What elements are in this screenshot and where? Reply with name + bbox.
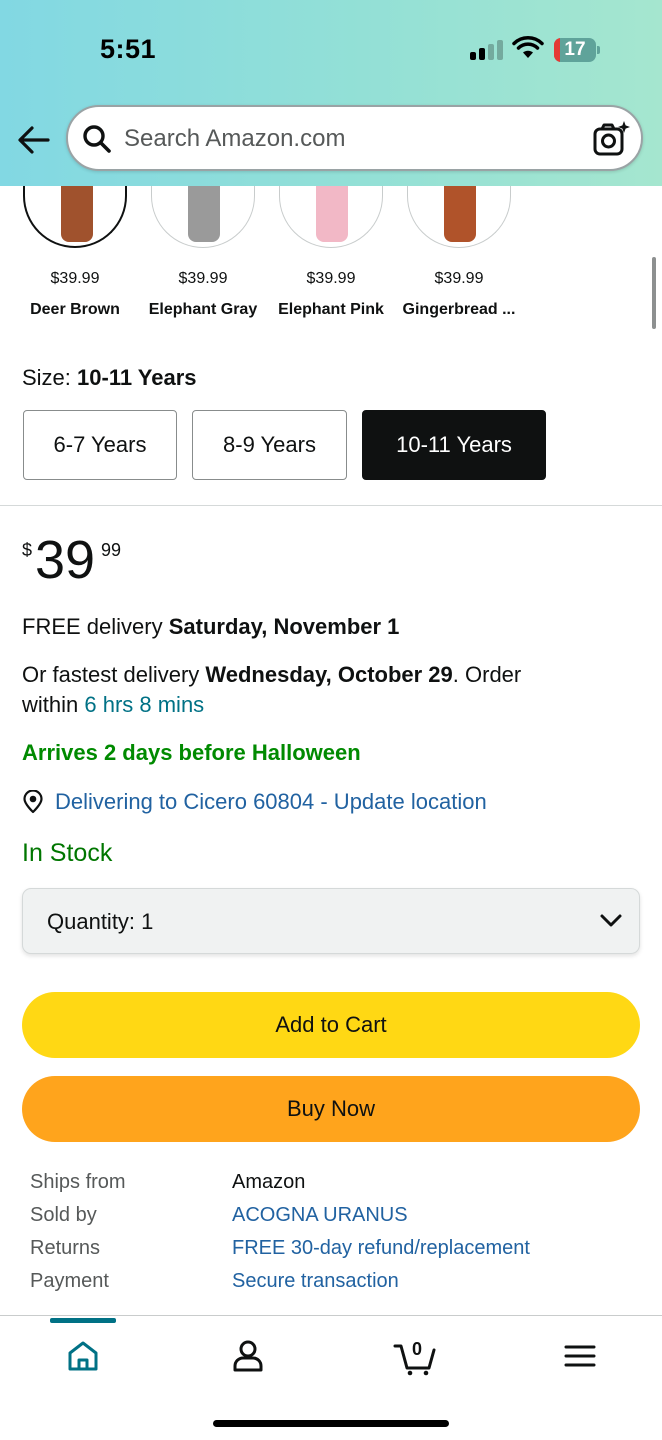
swatch-price: $39.99 (434, 270, 484, 287)
size-option-6-7[interactable]: 6-7 Years (23, 410, 177, 480)
sold-by-label: Sold by (30, 1204, 97, 1226)
swatch-name: Elephant Pink (278, 301, 384, 318)
delivery-location-link[interactable]: Delivering to Cicero 60804 - Update loca… (55, 787, 487, 817)
returns-label: Returns (30, 1237, 101, 1259)
home-indicator (213, 1420, 449, 1427)
size-option-8-9[interactable]: 8-9 Years (192, 410, 347, 480)
size-option-10-11[interactable]: 10-11 Years (362, 410, 546, 480)
order-countdown: 6 hrs 8 mins (84, 692, 205, 717)
sold-by-link[interactable]: ACOGNA URANUS (232, 1204, 408, 1227)
price-whole: 39 (35, 530, 96, 590)
home-icon[interactable] (63, 1336, 103, 1376)
ships-from-value: Amazon (232, 1171, 306, 1193)
header: 5:51 17 (0, 0, 662, 186)
battery-level: 17 (564, 39, 586, 60)
search-icon (83, 125, 111, 153)
search-input[interactable] (124, 121, 564, 157)
account-icon[interactable] (228, 1336, 268, 1376)
chevron-down-icon (600, 914, 622, 927)
size-label-prefix: Size: (22, 365, 78, 390)
search-bar[interactable] (66, 105, 643, 171)
order-text: . Order (452, 662, 522, 687)
divider (0, 505, 662, 506)
menu-icon[interactable] (560, 1336, 600, 1376)
cellular-signal-icon (470, 40, 504, 60)
swatch-name: Elephant Gray (148, 301, 258, 318)
cart-icon[interactable]: 0 (393, 1336, 437, 1376)
returns-link[interactable]: FREE 30-day refund/replacement (232, 1237, 530, 1260)
fastest-delivery-line: Or fastest delivery Wednesday, October 2… (22, 660, 622, 720)
quantity-value: Quantity: 1 (47, 909, 154, 934)
wifi-icon (512, 36, 544, 58)
swatch-price: $39.99 (306, 270, 356, 287)
size-label: Size: 10-11 Years (22, 365, 197, 391)
swatch-name: Gingerbread ... (402, 301, 516, 318)
halloween-arrival: Arrives 2 days before Halloween (22, 740, 361, 765)
back-arrow-icon[interactable] (16, 124, 52, 156)
ships-from-label: Ships from (30, 1171, 126, 1193)
stock-status: In Stock (22, 839, 113, 867)
camera-search-icon[interactable] (592, 120, 630, 158)
free-delivery-line: FREE delivery Saturday, November 1 (22, 612, 399, 642)
free-delivery-date: Saturday, November 1 (168, 614, 400, 639)
payment-link[interactable]: Secure transaction (232, 1270, 399, 1293)
price-currency: $ (22, 540, 33, 560)
buy-now-button[interactable]: Buy Now (22, 1076, 640, 1142)
swatch-name: Deer Brown (30, 301, 120, 318)
status-time: 5:51 (100, 34, 157, 64)
scrollbar[interactable] (652, 257, 656, 329)
quantity-dropdown[interactable]: Quantity: 1 (22, 888, 640, 954)
add-to-cart-button[interactable]: Add to Cart (22, 992, 640, 1058)
swatch-price: $39.99 (50, 270, 100, 287)
fastest-delivery-date: Wednesday, October 29 (205, 662, 453, 687)
nav-active-indicator (50, 1318, 116, 1323)
size-selected-value: 10-11 Years (77, 365, 197, 390)
fastest-delivery-prefix: Or fastest delivery (22, 662, 206, 687)
free-delivery-prefix: FREE delivery (22, 614, 169, 639)
location-pin-icon (23, 790, 43, 814)
payment-label: Payment (30, 1270, 109, 1292)
price-fraction: 99 (101, 540, 122, 560)
cart-count: 0 (412, 1339, 422, 1359)
within-text: within (22, 692, 85, 717)
swatch-price: $39.99 (178, 270, 228, 287)
battery-icon: 17 (554, 38, 600, 62)
bottom-nav: 0 (0, 1315, 662, 1440)
